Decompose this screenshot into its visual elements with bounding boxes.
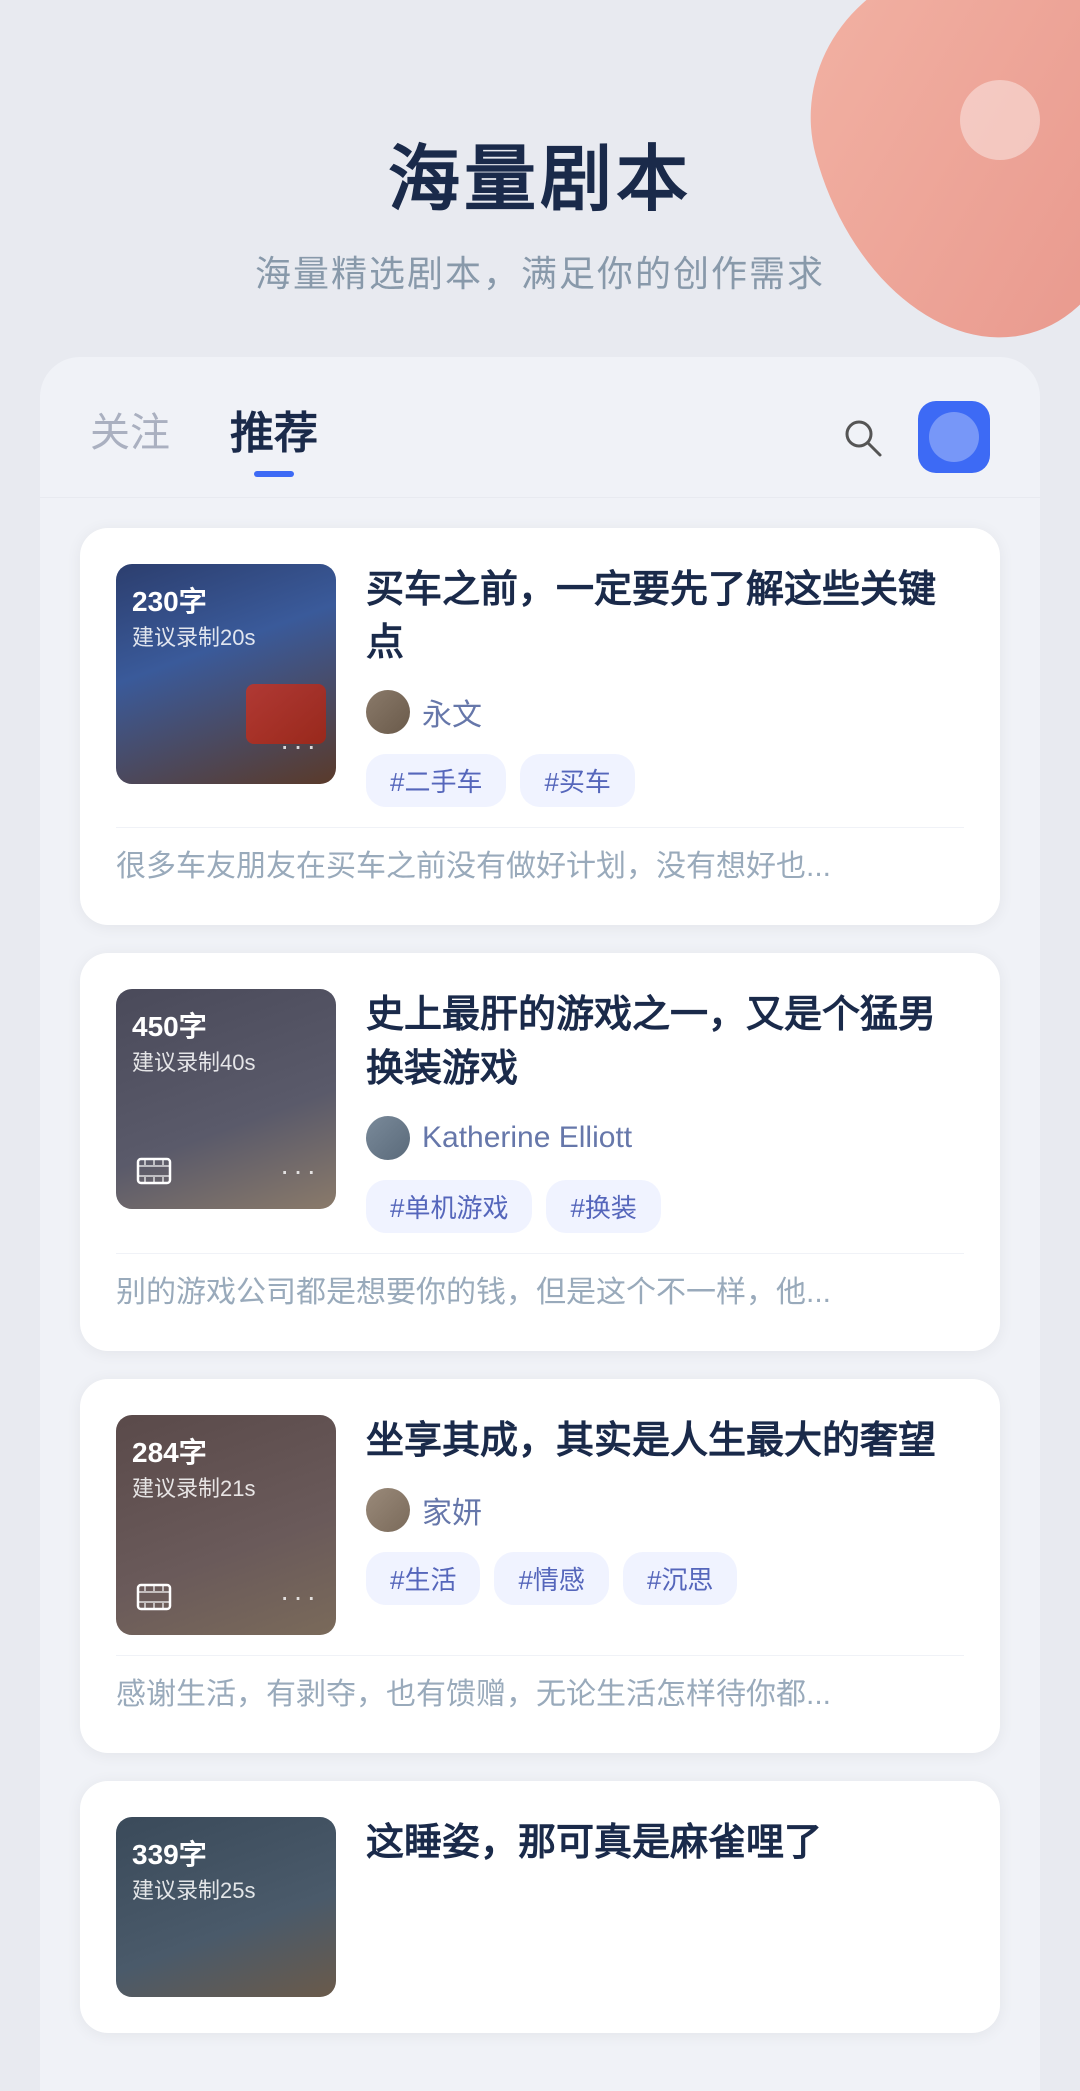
record-duration: 建议录制40s <box>132 1045 320 1077</box>
word-count: 284字 <box>132 1431 320 1471</box>
script-card-inner: 230字 建议录制20s ··· 买车之前，一定要先了解这些关键点 <box>116 564 964 807</box>
tag-item[interactable]: #单机游戏 <box>366 1180 532 1233</box>
script-thumbnail: 284字 建议录制21s <box>116 1415 336 1635</box>
word-count: 450字 <box>132 1005 320 1045</box>
thumb-top: 230字 建议录制20s <box>132 580 320 652</box>
film-icon <box>132 1149 176 1193</box>
tags-row: #二手车 #买车 <box>366 754 964 807</box>
record-duration: 建议录制20s <box>132 620 320 652</box>
avatar-inner <box>929 412 979 462</box>
thumb-top: 339字 建议录制25s <box>132 1833 320 1905</box>
script-title: 这睡姿，那可真是麻雀哩了 <box>366 1817 964 1870</box>
script-title: 史上最肝的游戏之一，又是个猛男换装游戏 <box>366 989 964 1095</box>
script-info: 这睡姿，那可真是麻雀哩了 <box>366 1817 964 1870</box>
play-icon <box>132 724 176 768</box>
script-author: 家妍 <box>366 1488 964 1532</box>
script-preview: 别的游戏公司都是想要你的钱，但是这个不一样，他... <box>116 1253 964 1315</box>
page-title: 海量剧本 <box>40 120 1040 225</box>
user-avatar-button[interactable] <box>918 401 990 473</box>
script-title: 坐享其成，其实是人生最大的奢望 <box>366 1415 964 1468</box>
thumb-more-dots: ··· <box>280 1155 320 1187</box>
tag-item[interactable]: #沉思 <box>623 1552 737 1605</box>
author-name: 永文 <box>422 690 482 734</box>
thumb-car-image <box>246 684 326 744</box>
tag-item[interactable]: #买车 <box>520 754 634 807</box>
author-name: 家妍 <box>422 1488 482 1532</box>
tab-bar: 关注 推荐 <box>40 357 1040 498</box>
thumb-bottom <box>132 1937 320 1981</box>
tag-item[interactable]: #生活 <box>366 1552 480 1605</box>
script-card[interactable]: 230字 建议录制20s ··· 买车之前，一定要先了解这些关键点 <box>80 528 1000 925</box>
script-card[interactable]: 450字 建议录制40s <box>80 953 1000 1350</box>
script-card-inner: 450字 建议录制40s <box>116 989 964 1232</box>
thumb-top: 450字 建议录制40s <box>132 1005 320 1077</box>
script-thumbnail: 450字 建议录制40s <box>116 989 336 1209</box>
tag-item[interactable]: #二手车 <box>366 754 506 807</box>
word-count: 339字 <box>132 1833 320 1873</box>
tag-item[interactable]: #情感 <box>494 1552 608 1605</box>
film-icon <box>132 1575 176 1619</box>
thumb-bottom: ··· <box>132 1575 320 1619</box>
script-info: 买车之前，一定要先了解这些关键点 永文 #二手车 #买车 <box>366 564 964 807</box>
film-icon <box>132 1937 176 1981</box>
script-preview: 感谢生活，有剥夺，也有馈赠，无论生活怎样待你都... <box>116 1655 964 1717</box>
tab-follow[interactable]: 关注 <box>90 400 170 474</box>
script-thumbnail: 230字 建议录制20s ··· <box>116 564 336 784</box>
search-icon <box>840 415 884 459</box>
page-subtitle: 海量精选剧本，满足你的创作需求 <box>40 245 1040 297</box>
script-author: Katherine Elliott <box>366 1116 964 1160</box>
script-info: 史上最肝的游戏之一，又是个猛男换装游戏 Katherine Elliott #单… <box>366 989 964 1232</box>
record-duration: 建议录制21s <box>132 1471 320 1503</box>
tag-item[interactable]: #换装 <box>546 1180 660 1233</box>
word-count: 230字 <box>132 580 320 620</box>
author-avatar <box>366 1116 410 1160</box>
record-duration: 建议录制25s <box>132 1873 320 1905</box>
script-info: 坐享其成，其实是人生最大的奢望 家妍 #生活 #情感 #沉思 <box>366 1415 964 1605</box>
thumb-overlay: 284字 建议录制21s <box>116 1415 336 1635</box>
script-title: 买车之前，一定要先了解这些关键点 <box>366 564 964 670</box>
script-card-partial[interactable]: 339字 建议录制25s 这睡姿，那可真是麻雀哩了 <box>80 1781 1000 2033</box>
tags-row: #生活 #情感 #沉思 <box>366 1552 964 1605</box>
search-button[interactable] <box>830 405 894 469</box>
author-name: Katherine Elliott <box>422 1121 632 1155</box>
thumb-top: 284字 建议录制21s <box>132 1431 320 1503</box>
script-thumbnail: 339字 建议录制25s <box>116 1817 336 1997</box>
thumb-overlay: 339字 建议录制25s <box>116 1817 336 1997</box>
script-card-inner: 284字 建议录制21s <box>116 1415 964 1635</box>
tab-recommend[interactable]: 推荐 <box>230 397 318 477</box>
thumb-more-dots: ··· <box>280 1581 320 1613</box>
script-preview: 很多车友朋友在买车之前没有做好计划，没有想好也... <box>116 827 964 889</box>
thumb-overlay: 450字 建议录制40s <box>116 989 336 1209</box>
tags-row: #单机游戏 #换装 <box>366 1180 964 1233</box>
author-avatar <box>366 1488 410 1532</box>
header-section: 海量剧本 海量精选剧本，满足你的创作需求 <box>0 0 1080 357</box>
thumb-overlay: 230字 建议录制20s ··· <box>116 564 336 784</box>
tab-actions <box>830 401 990 473</box>
script-card[interactable]: 284字 建议录制21s <box>80 1379 1000 1753</box>
thumb-bottom: ··· <box>132 1149 320 1193</box>
main-card: 关注 推荐 230字 建议录制20s <box>40 357 1040 2091</box>
author-avatar <box>366 690 410 734</box>
content-list: 230字 建议录制20s ··· 买车之前，一定要先了解这些关键点 <box>40 498 1040 2091</box>
script-author: 永文 <box>366 690 964 734</box>
